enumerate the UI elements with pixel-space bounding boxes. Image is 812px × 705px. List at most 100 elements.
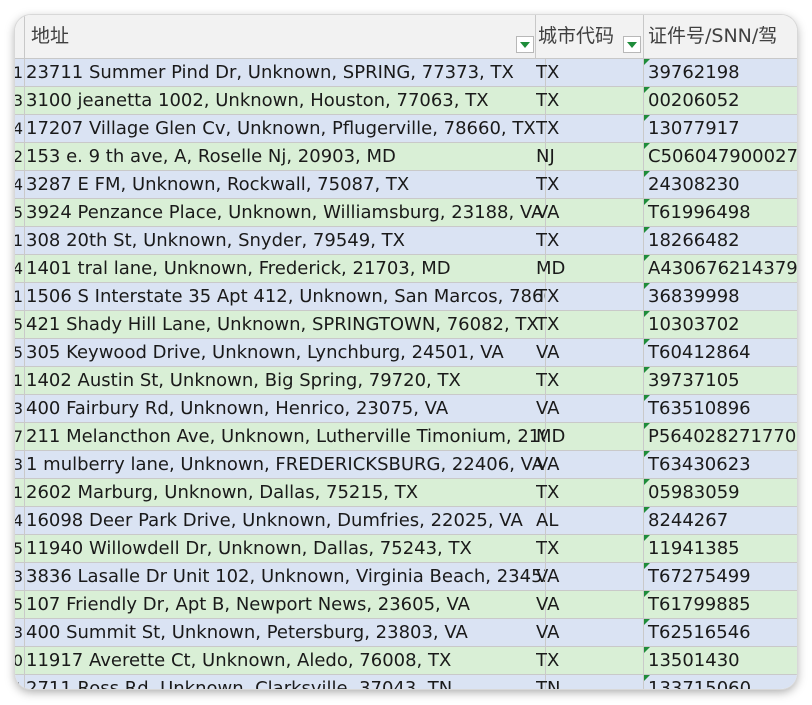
cell-index[interactable]: 3	[15, 87, 25, 115]
table-row[interactable]: 416098 Deer Park Drive, Unknown, Dumfrie…	[15, 507, 797, 535]
cell-address[interactable]: 400 Summit St, Unknown, Petersburg, 2380…	[25, 619, 546, 647]
table-row[interactable]: 43287 E FM, Unknown, Rockwall, 75087, TX…	[15, 171, 797, 199]
table-row[interactable]: 11402 Austin St, Unknown, Big Spring, 79…	[15, 367, 797, 395]
cell-address[interactable]: 3100 jeanetta 1002, Unknown, Houston, 77…	[25, 87, 546, 115]
table-row[interactable]: 33100 jeanetta 1002, Unknown, Houston, 7…	[15, 87, 797, 115]
cell-city-code[interactable]: TX	[536, 171, 644, 199]
table-row[interactable]: 417207 Village Glen Cv, Unknown, Pfluger…	[15, 115, 797, 143]
cell-city-code[interactable]: VA	[536, 199, 644, 227]
cell-city-code[interactable]: TN	[536, 675, 644, 689]
cell-index[interactable]: 5	[15, 199, 25, 227]
cell-city-code[interactable]: TX	[536, 647, 644, 675]
column-header-id[interactable]: 证件号/SNN/驾	[644, 15, 797, 58]
cell-id[interactable]: 36839998	[644, 283, 797, 311]
cell-id[interactable]: 18266482	[644, 227, 797, 255]
table-row[interactable]: 41401 tral lane, Unknown, Frederick, 217…	[15, 255, 797, 283]
table-row[interactable]: 5421 Shady Hill Lane, Unknown, SPRINGTOW…	[15, 311, 797, 339]
cell-id[interactable]: 8244267	[644, 507, 797, 535]
cell-index[interactable]: 3	[15, 563, 25, 591]
cell-city-code[interactable]: AL	[536, 507, 644, 535]
cell-address[interactable]: 16098 Deer Park Drive, Unknown, Dumfries…	[25, 507, 546, 535]
cell-id[interactable]: 39737105	[644, 367, 797, 395]
cell-id[interactable]: 00206052	[644, 87, 797, 115]
cell-city-code[interactable]: TX	[536, 115, 644, 143]
cell-index[interactable]: 1	[15, 675, 25, 689]
table-row[interactable]: 31 mulberry lane, Unknown, FREDERICKSBUR…	[15, 451, 797, 479]
cell-id[interactable]: A430676214379	[644, 255, 797, 283]
cell-id[interactable]: 05983059	[644, 479, 797, 507]
cell-address[interactable]: 400 Fairbury Rd, Unknown, Henrico, 23075…	[25, 395, 546, 423]
cell-address[interactable]: 23711 Summer Pind Dr, Unknown, SPRING, 7…	[25, 59, 546, 87]
cell-index[interactable]: 4	[15, 115, 25, 143]
cell-id[interactable]: T60412864	[644, 339, 797, 367]
cell-city-code[interactable]: TX	[536, 311, 644, 339]
cell-city-code[interactable]: MD	[536, 255, 644, 283]
cell-city-code[interactable]: VA	[536, 395, 644, 423]
cell-index[interactable]: 3	[15, 451, 25, 479]
cell-index[interactable]: 4	[15, 255, 25, 283]
cell-address[interactable]: 153 e. 9 th ave, A, Roselle Nj, 20903, M…	[25, 143, 546, 171]
cell-city-code[interactable]: TX	[536, 367, 644, 395]
cell-id[interactable]: 39762198	[644, 59, 797, 87]
cell-id[interactable]: 13077917	[644, 115, 797, 143]
cell-index[interactable]: 1	[15, 367, 25, 395]
cell-id[interactable]: C50604790002713	[644, 143, 797, 171]
cell-id[interactable]: 24308230	[644, 171, 797, 199]
cell-city-code[interactable]: TX	[536, 59, 644, 87]
column-header-index[interactable]	[15, 15, 25, 58]
cell-address[interactable]: 107 Friendly Dr, Apt B, Newport News, 23…	[25, 591, 546, 619]
cell-address[interactable]: 305 Keywood Drive, Unknown, Lynchburg, 2…	[25, 339, 546, 367]
table-row[interactable]: 3400 Summit St, Unknown, Petersburg, 238…	[15, 619, 797, 647]
cell-city-code[interactable]: VA	[536, 591, 644, 619]
table-row[interactable]: 53924 Penzance Place, Unknown, Williamsb…	[15, 199, 797, 227]
column-header-address[interactable]: 地址	[25, 15, 536, 58]
cell-id[interactable]: P564028271770	[644, 423, 797, 451]
cell-id[interactable]: 10303702	[644, 311, 797, 339]
cell-address[interactable]: 11917 Averette Ct, Unknown, Aledo, 76008…	[25, 647, 546, 675]
cell-index[interactable]: 5	[15, 339, 25, 367]
cell-index[interactable]: 0	[15, 647, 25, 675]
cell-city-code[interactable]: TX	[536, 479, 644, 507]
cell-id[interactable]: T63510896	[644, 395, 797, 423]
cell-index[interactable]: 4	[15, 171, 25, 199]
cell-address[interactable]: 3287 E FM, Unknown, Rockwall, 75087, TX	[25, 171, 546, 199]
table-row[interactable]: 11506 S Interstate 35 Apt 412, Unknown, …	[15, 283, 797, 311]
cell-city-code[interactable]: VA	[536, 619, 644, 647]
cell-address[interactable]: 11940 Willowdell Dr, Unknown, Dallas, 75…	[25, 535, 546, 563]
cell-city-code[interactable]: TX	[536, 535, 644, 563]
cell-index[interactable]: 3	[15, 395, 25, 423]
cell-index[interactable]: 4	[15, 507, 25, 535]
cell-address[interactable]: 2711 Ross Rd, Unknown, Clarksville, 3704…	[25, 675, 546, 689]
filter-dropdown-city-code[interactable]	[623, 36, 641, 53]
table-row[interactable]: 5305 Keywood Drive, Unknown, Lynchburg, …	[15, 339, 797, 367]
cell-address[interactable]: 1402 Austin St, Unknown, Big Spring, 797…	[25, 367, 546, 395]
cell-address[interactable]: 308 20th St, Unknown, Snyder, 79549, TX	[25, 227, 546, 255]
cell-city-code[interactable]: TX	[536, 227, 644, 255]
cell-index[interactable]: 5	[15, 535, 25, 563]
cell-address[interactable]: 1 mulberry lane, Unknown, FREDERICKSBURG…	[25, 451, 546, 479]
cell-index[interactable]: 2	[15, 143, 25, 171]
cell-index[interactable]: 3	[15, 619, 25, 647]
cell-city-code[interactable]: TX	[536, 87, 644, 115]
cell-city-code[interactable]: TX	[536, 283, 644, 311]
table-row[interactable]: 3400 Fairbury Rd, Unknown, Henrico, 2307…	[15, 395, 797, 423]
cell-city-code[interactable]: VA	[536, 339, 644, 367]
table-row[interactable]: 12711 Ross Rd, Unknown, Clarksville, 370…	[15, 675, 797, 689]
cell-address[interactable]: 211 Melancthon Ave, Unknown, Lutherville…	[25, 423, 546, 451]
cell-city-code[interactable]: NJ	[536, 143, 644, 171]
table-row[interactable]: 33836 Lasalle Dr Unit 102, Unknown, Virg…	[15, 563, 797, 591]
cell-id[interactable]: 11941385	[644, 535, 797, 563]
cell-index[interactable]: 1	[15, 59, 25, 87]
cell-id[interactable]: T67275499	[644, 563, 797, 591]
cell-address[interactable]: 17207 Village Glen Cv, Unknown, Pflugerv…	[25, 115, 546, 143]
cell-id[interactable]: T61799885	[644, 591, 797, 619]
cell-index[interactable]: 7	[15, 423, 25, 451]
cell-index[interactable]: 5	[15, 311, 25, 339]
cell-id[interactable]: T62516546	[644, 619, 797, 647]
cell-id[interactable]: 13501430	[644, 647, 797, 675]
cell-index[interactable]: 1	[15, 227, 25, 255]
cell-city-code[interactable]: VA	[536, 451, 644, 479]
cell-id[interactable]: 133715060	[644, 675, 797, 689]
cell-address[interactable]: 2602 Marburg, Unknown, Dallas, 75215, TX	[25, 479, 546, 507]
table-row[interactable]: 123711 Summer Pind Dr, Unknown, SPRING, …	[15, 59, 797, 87]
